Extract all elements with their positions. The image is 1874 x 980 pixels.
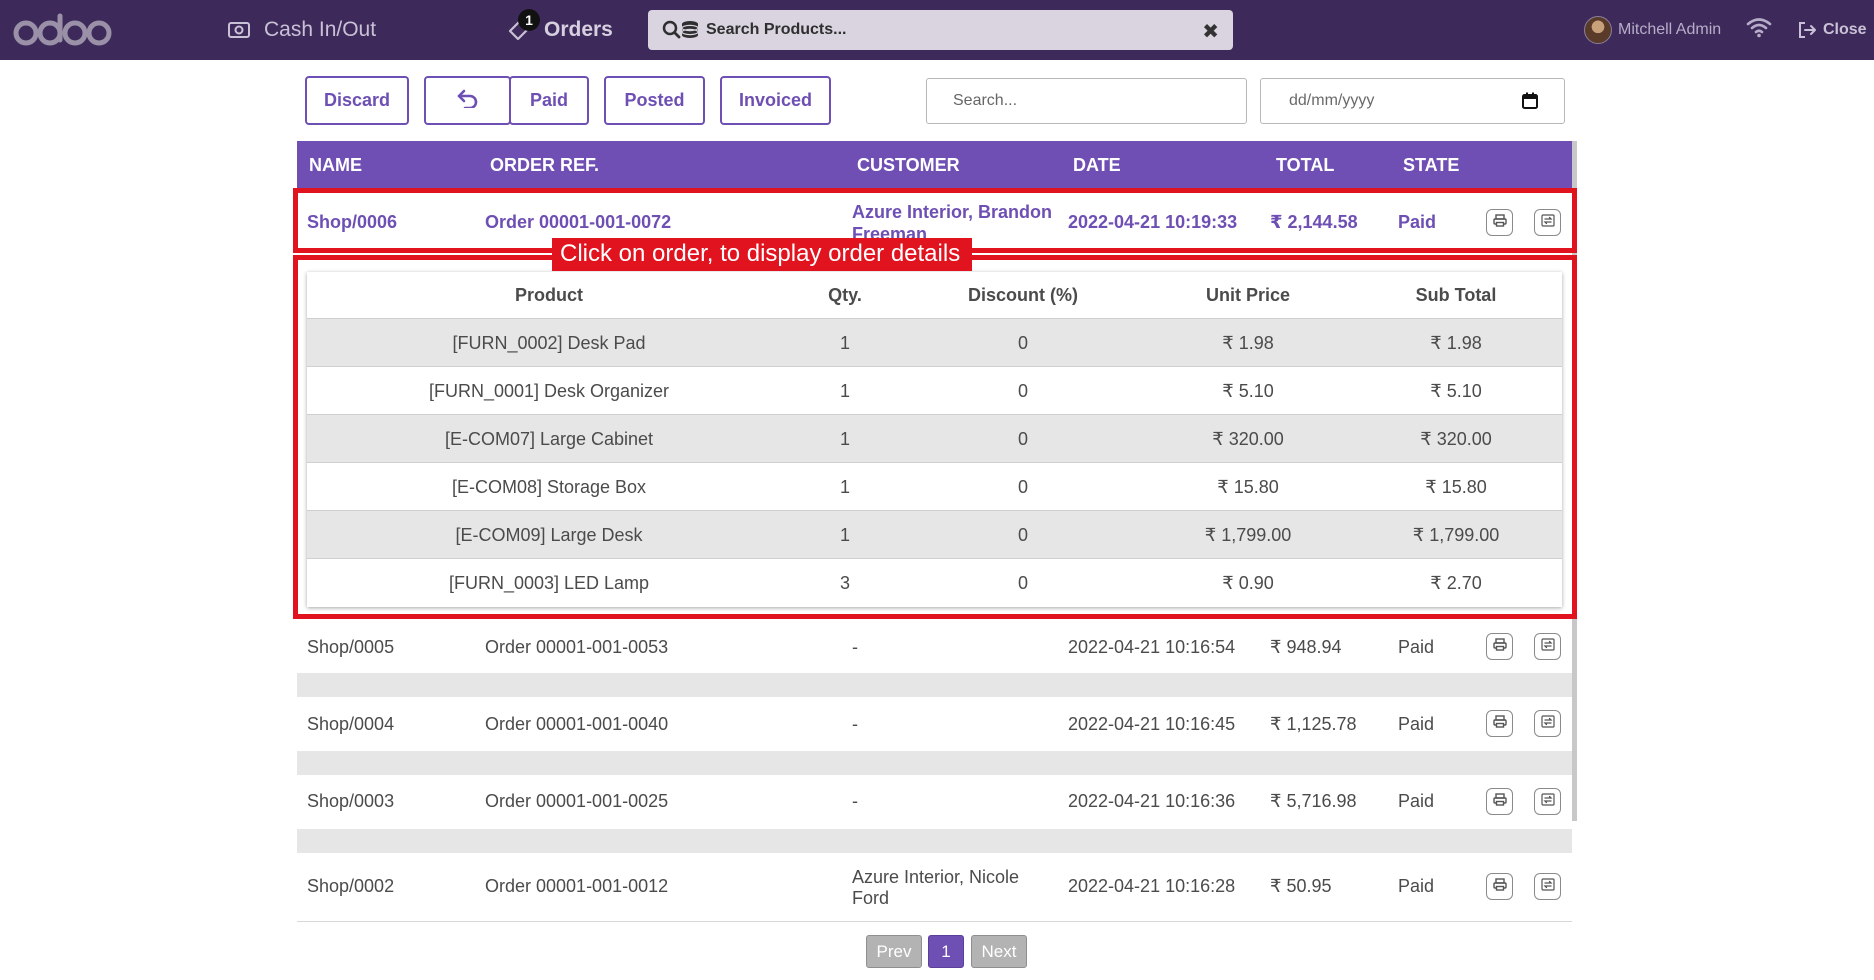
table-row[interactable]: Shop/0003 Order 00001-001-0025 - 2022-04… <box>297 775 1572 829</box>
user-menu[interactable]: Mitchell Admin <box>1584 0 1721 60</box>
tutorial-callout: Click on order, to display order details <box>552 238 973 271</box>
table-row[interactable]: Shop/0005 Order 00001-001-0053 - 2022-04… <box>297 622 1572 673</box>
paid-filter-button[interactable]: Paid <box>509 76 589 125</box>
order-customer-line2: Ford <box>852 888 890 908</box>
date-placeholder: dd/mm/yyyy <box>1289 92 1375 109</box>
odoo-logo <box>12 9 114 51</box>
order-date: 2022-04-21 10:16:36 <box>1068 791 1236 811</box>
search-products-label: Search Products... <box>706 21 847 38</box>
order-total: ₹ 1,125.78 <box>1270 714 1357 734</box>
reorder-button[interactable] <box>1534 710 1561 737</box>
column-header-date: DATE <box>1073 155 1121 175</box>
print-receipt-button[interactable] <box>1486 710 1513 737</box>
refresh-icon <box>1540 877 1555 896</box>
print-icon <box>1492 792 1507 811</box>
order-ref: Order 00001-001-0025 <box>485 791 669 811</box>
cash-in-out-button[interactable]: Cash In/Out <box>228 0 376 60</box>
order-customer: - <box>852 714 858 734</box>
print-receipt-button[interactable] <box>1486 788 1513 815</box>
odoo-logo-mark <box>13 13 112 46</box>
refresh-icon <box>1540 637 1555 656</box>
order-name: Shop/0004 <box>307 714 395 734</box>
order-total: ₹ 50.95 <box>1270 876 1332 896</box>
close-button[interactable]: Close <box>1797 0 1867 60</box>
search-products-bar[interactable]: Search Products... ✖ <box>648 10 1233 50</box>
column-header-name: NAME <box>309 155 362 175</box>
posted-filter-button[interactable]: Posted <box>604 76 705 125</box>
order-ref: Order 00001-001-0053 <box>485 637 669 657</box>
next-page-button[interactable]: Next <box>971 935 1027 968</box>
order-name: Shop/0005 <box>307 637 395 657</box>
row-separator <box>297 751 1572 775</box>
clear-search-icon[interactable]: ✖ <box>1202 19 1219 44</box>
cash-in-out-label: Cash In/Out <box>264 18 377 41</box>
prev-page-button[interactable]: Prev <box>866 935 922 968</box>
order-search-input[interactable] <box>926 78 1247 124</box>
sign-out-icon <box>1797 21 1817 39</box>
order-customer: - <box>852 791 858 811</box>
search-database-icon <box>662 20 700 40</box>
close-label: Close <box>1823 21 1867 38</box>
table-row[interactable]: Shop/0002 Order 00001-001-0012 Azure Int… <box>297 853 1572 922</box>
avatar <box>1584 16 1612 44</box>
row-separator <box>297 673 1572 697</box>
undo-button[interactable] <box>424 76 511 125</box>
order-date: 2022-04-21 10:16:28 <box>1068 876 1236 896</box>
wifi-icon <box>1746 16 1772 43</box>
money-icon <box>228 22 250 38</box>
order-ref: Order 00001-001-0012 <box>485 876 669 896</box>
order-name: Shop/0002 <box>307 876 395 896</box>
reorder-button[interactable] <box>1534 633 1561 660</box>
order-customer: Azure Interior, Nicole <box>852 867 1020 887</box>
print-icon <box>1492 714 1507 733</box>
orders-count-badge: 1 <box>518 9 540 31</box>
user-name: Mitchell Admin <box>1618 21 1722 38</box>
order-ref: Order 00001-001-0040 <box>485 714 669 734</box>
print-receipt-button[interactable] <box>1486 633 1513 660</box>
column-header-total: TOTAL <box>1276 155 1335 175</box>
discard-button[interactable]: Discard <box>305 76 409 125</box>
order-date: 2022-04-21 10:16:45 <box>1068 714 1236 734</box>
order-date: 2022-04-21 10:16:54 <box>1068 637 1236 657</box>
refresh-icon <box>1540 792 1555 811</box>
orders-table-header: NAME ORDER REF. CUSTOMER DATE TOTAL STAT… <box>297 141 1575 188</box>
order-name: Shop/0003 <box>307 791 395 811</box>
order-state: Paid <box>1398 714 1435 734</box>
invoiced-filter-button[interactable]: Invoiced <box>720 76 831 125</box>
reorder-button[interactable] <box>1534 788 1561 815</box>
date-filter-input[interactable]: dd/mm/yyyy <box>1260 78 1565 124</box>
print-icon <box>1492 637 1507 656</box>
order-state: Paid <box>1398 637 1435 657</box>
column-header-state: STATE <box>1403 155 1460 175</box>
reorder-button[interactable] <box>1534 873 1561 900</box>
print-receipt-button[interactable] <box>1486 873 1513 900</box>
column-header-customer: CUSTOMER <box>857 155 960 175</box>
calendar-icon[interactable] <box>1522 92 1538 114</box>
order-state: Paid <box>1398 876 1435 896</box>
refresh-icon <box>1540 714 1555 733</box>
table-row[interactable]: Shop/0004 Order 00001-001-0040 - 2022-04… <box>297 697 1572 751</box>
order-state: Paid <box>1398 791 1435 811</box>
row-separator <box>297 829 1572 853</box>
order-customer: - <box>852 637 858 657</box>
top-navbar: Cash In/Out Orders 1 Search Products... … <box>0 0 1874 60</box>
print-icon <box>1492 877 1507 896</box>
page-1-button[interactable]: 1 <box>928 935 964 968</box>
undo-icon <box>457 88 479 113</box>
order-details-highlight <box>293 255 1577 619</box>
order-total: ₹ 948.94 <box>1270 637 1342 657</box>
column-header-order-ref: ORDER REF. <box>490 155 600 175</box>
order-total: ₹ 5,716.98 <box>1270 791 1357 811</box>
orders-label: Orders <box>544 18 613 41</box>
